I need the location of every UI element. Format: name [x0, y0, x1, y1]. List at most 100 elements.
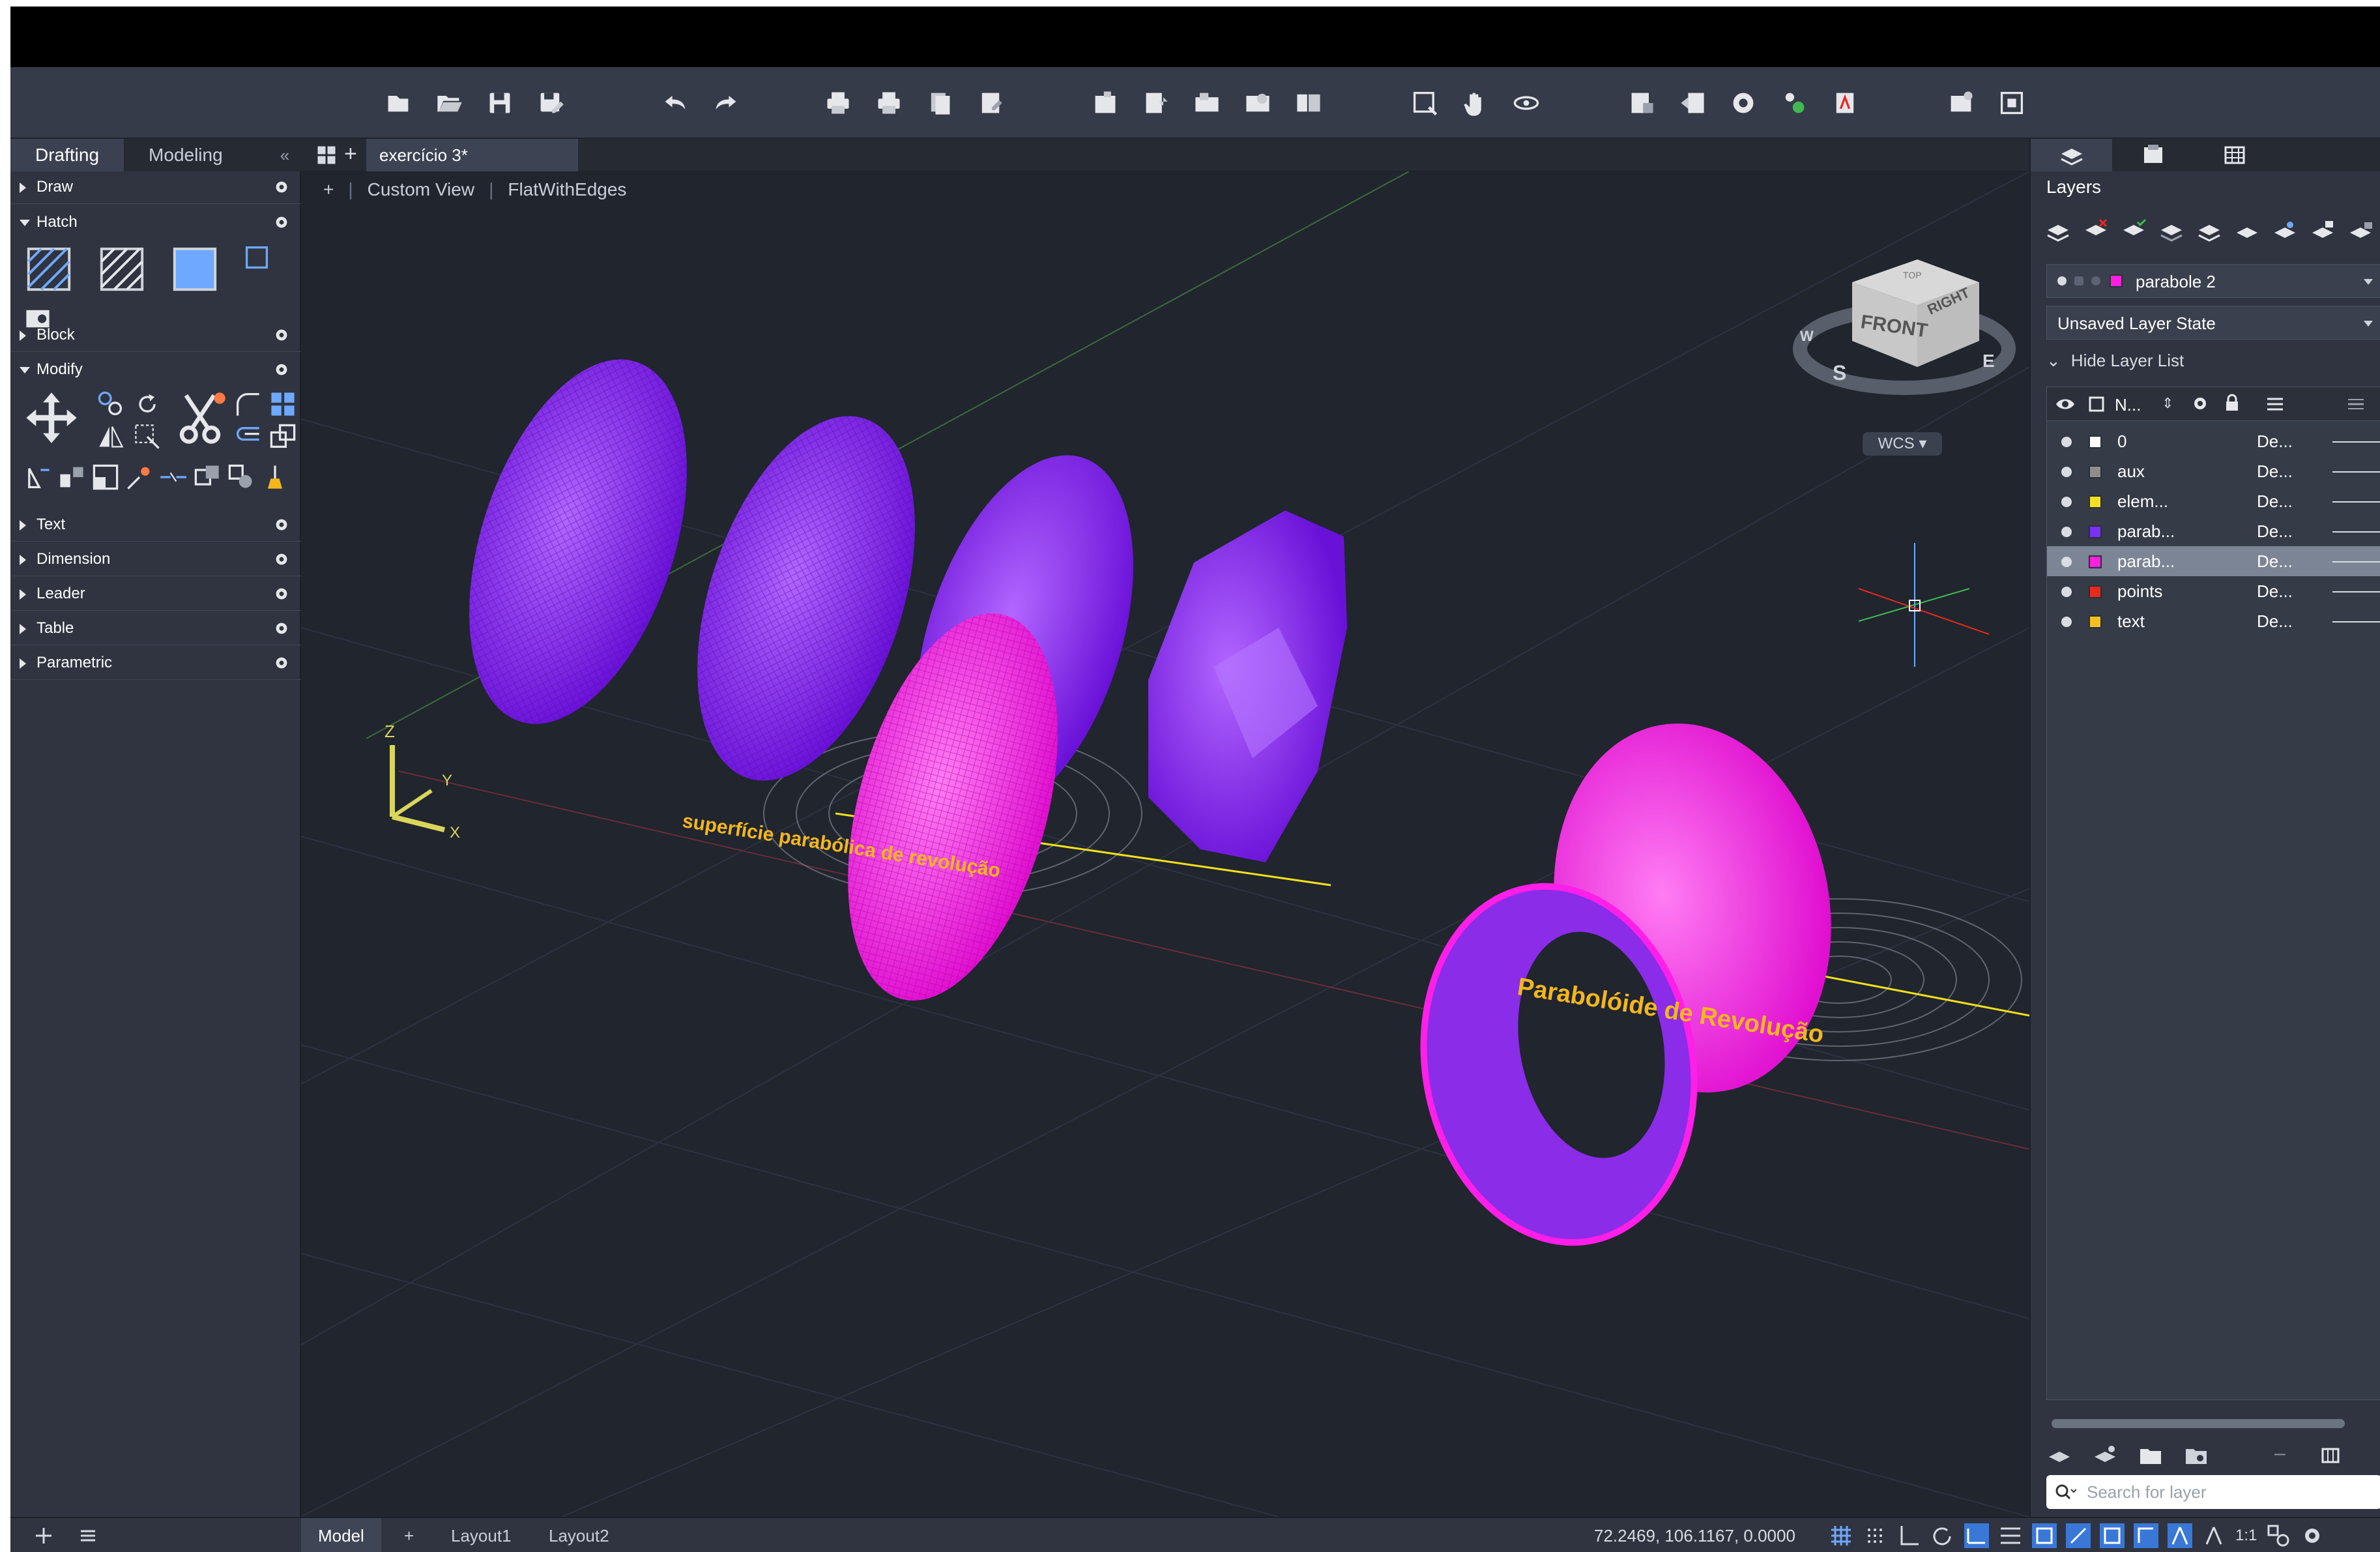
trim-scissors-icon[interactable]	[172, 390, 228, 446]
layer-color-swatch[interactable]	[2089, 465, 2102, 478]
stretch-icon[interactable]	[133, 422, 162, 451]
section-block[interactable]: Block	[10, 319, 301, 352]
layer-color-swatch[interactable]	[2089, 495, 2102, 508]
scale-icon[interactable]	[91, 463, 120, 491]
minus-icon[interactable]: –	[2274, 1442, 2300, 1469]
plus-icon[interactable]	[34, 1526, 53, 1545]
section-dimension[interactable]: Dimension	[10, 544, 301, 576]
current-layer-dropdown[interactable]: parabole 2	[2046, 264, 2380, 298]
linetype-column-icon[interactable]	[2266, 396, 2284, 412]
open-file-button[interactable]	[433, 87, 465, 119]
tab-model[interactable]: Model	[301, 1518, 381, 1552]
tab-modeling[interactable]: Modeling	[124, 139, 248, 171]
sort-icon[interactable]: ⇕	[2162, 395, 2173, 412]
tab-drafting[interactable]: Drafting	[10, 139, 124, 171]
light-bulb-icon[interactable]	[2061, 587, 2072, 597]
extend-3d-icon[interactable]	[268, 422, 297, 451]
fillet-icon[interactable]	[233, 390, 262, 418]
polar-icon[interactable]	[1930, 1523, 1955, 1548]
layer-unlock-icon[interactable]	[2347, 217, 2373, 243]
boundary-tool-icon[interactable]	[169, 243, 220, 295]
new-file-button[interactable]	[382, 87, 414, 119]
layer-color-swatch[interactable]	[2089, 555, 2102, 568]
layer-row-points[interactable]: points De...	[2047, 576, 2380, 606]
annotation-visibility-icon[interactable]	[2168, 1523, 2192, 1548]
gradient-tool-icon[interactable]	[96, 243, 147, 295]
tab-properties[interactable]	[2112, 139, 2194, 171]
visual-style-control[interactable]: FlatWithEdges	[508, 179, 626, 200]
collapse-palette-button[interactable]: «	[268, 139, 301, 171]
tab-blocks[interactable]	[2194, 139, 2275, 171]
layer-row-elem[interactable]: elem... De...	[2047, 486, 2380, 516]
annotation-scale-value[interactable]: 1:1	[2235, 1523, 2257, 1548]
gear-icon[interactable]	[272, 516, 291, 534]
layer-row-parab-2[interactable]: parab... De...	[2047, 546, 2380, 576]
document-tab-exercicio-3[interactable]: exercício 3*	[366, 139, 578, 171]
object-snap-icon[interactable]	[2032, 1523, 2057, 1548]
layer-row-text[interactable]: text De...	[2047, 606, 2380, 636]
wcs-menu[interactable]: WCS ▾	[1863, 432, 1942, 456]
eye-icon[interactable]	[2055, 396, 2076, 412]
orbit-button[interactable]	[1510, 87, 1543, 119]
redo-button[interactable]	[710, 87, 742, 119]
break-icon[interactable]	[125, 463, 154, 491]
section-parametric[interactable]: Parametric	[10, 647, 301, 680]
lengthen-icon[interactable]	[23, 463, 52, 491]
layer-freeze-icon[interactable]	[2272, 217, 2298, 243]
edit-hatch-icon[interactable]	[242, 243, 271, 272]
array-icon[interactable]	[268, 390, 297, 418]
gear-icon[interactable]	[272, 178, 291, 196]
hatch-tool-icon[interactable]	[23, 243, 74, 295]
compass-south-label[interactable]: S	[1833, 361, 1846, 385]
light-bulb-icon[interactable]	[2061, 467, 2072, 477]
gear-icon[interactable]	[272, 654, 291, 672]
render-button[interactable]	[1945, 87, 1977, 119]
markup-button[interactable]	[1829, 87, 1861, 119]
section-modify[interactable]: Modify	[10, 354, 301, 387]
section-leader[interactable]: Leader	[10, 578, 301, 611]
section-table[interactable]: Table	[10, 613, 301, 645]
page-setup-button[interactable]	[974, 87, 1007, 119]
object-snap-tracking-icon[interactable]	[1998, 1523, 2023, 1548]
view-control[interactable]: Custom View	[368, 179, 474, 200]
layer-color-swatch[interactable]	[2089, 435, 2102, 448]
layer-isolate-icon[interactable]	[2158, 217, 2184, 243]
layer-filter-icon[interactable]	[2046, 1442, 2072, 1469]
workspace-switch-icon[interactable]	[2266, 1523, 2291, 1548]
folder-settings-icon[interactable]	[2183, 1442, 2209, 1469]
snap-icon[interactable]	[1863, 1523, 1887, 1548]
gear-icon[interactable]	[2300, 1523, 2325, 1548]
new-tab-button[interactable]: +	[344, 141, 357, 167]
compass-east-label[interactable]: E	[1982, 351, 1995, 371]
undo-button[interactable]	[659, 87, 691, 119]
erase-brush-icon[interactable]	[261, 463, 289, 491]
layer-off-icon[interactable]	[2234, 217, 2260, 243]
section-hatch[interactable]: Hatch	[10, 207, 301, 239]
hide-layer-list-toggle[interactable]: ⌄ Hide Layer List	[2046, 351, 2184, 371]
export-button[interactable]	[1140, 87, 1172, 119]
layer-state-dropdown[interactable]: Unsaved Layer State	[2046, 306, 2380, 340]
layer-color-swatch[interactable]	[2089, 615, 2102, 628]
transparency-icon[interactable]	[2100, 1523, 2125, 1548]
horizontal-scrollbar[interactable]	[2052, 1419, 2345, 1428]
viewport-menu-button[interactable]: +	[323, 179, 334, 200]
properties-button[interactable]	[1625, 87, 1658, 119]
layer-unisolate-icon[interactable]	[2196, 217, 2222, 243]
start-grid-icon[interactable]	[317, 145, 336, 165]
add-layout-button[interactable]: +	[395, 1518, 423, 1552]
rotate-icon[interactable]	[133, 390, 162, 418]
lineweight-icon[interactable]	[2066, 1523, 2091, 1548]
mirror-icon[interactable]	[96, 422, 125, 451]
plot-button[interactable]	[822, 87, 854, 119]
grid-icon[interactable]	[1829, 1523, 1853, 1548]
tool-palettes-button[interactable]	[1778, 87, 1810, 119]
new-layer-icon[interactable]	[2045, 217, 2071, 243]
section-draw[interactable]: Draw	[10, 171, 301, 204]
save-as-button[interactable]	[534, 87, 567, 119]
isodraft-icon[interactable]	[1964, 1523, 1989, 1548]
freeze-column-icon[interactable]	[2192, 395, 2209, 412]
xref-button[interactable]	[1191, 87, 1223, 119]
columns-icon[interactable]	[2320, 1442, 2346, 1469]
group-icon[interactable]	[227, 463, 255, 491]
zoom-window-button[interactable]	[1408, 87, 1441, 119]
